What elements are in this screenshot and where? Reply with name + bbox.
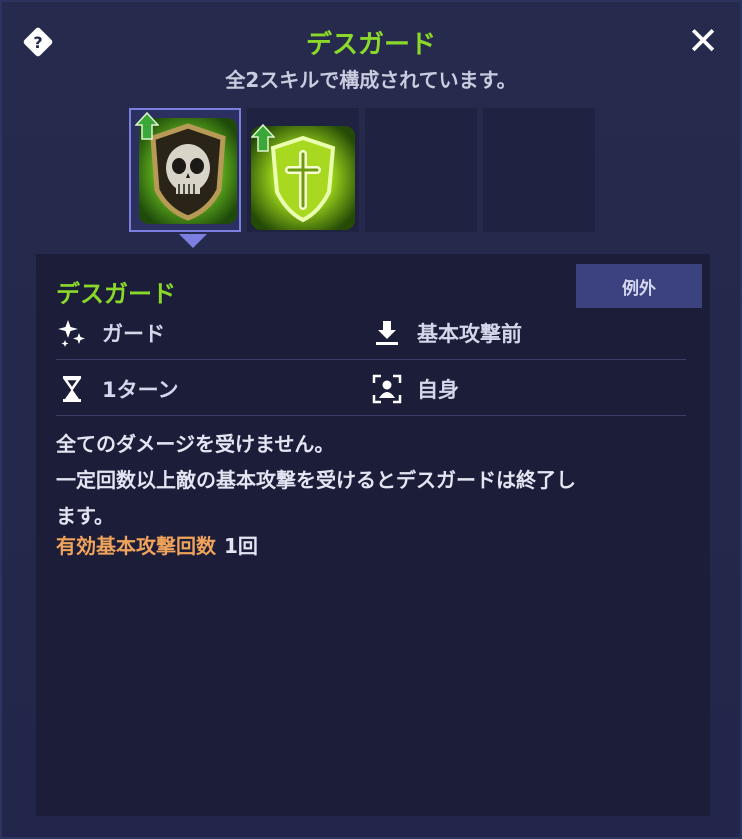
- skill-slot-2[interactable]: [247, 108, 359, 232]
- skill-name: デスガード: [56, 280, 176, 308]
- skill-popup: ? デスガード 全2スキルで構成されています。 ✕ 例外 デスガード ガード 基…: [0, 0, 742, 839]
- selection-pointer: [179, 234, 207, 248]
- skill-target: 自身: [371, 373, 686, 405]
- skill-slot-1[interactable]: [129, 108, 241, 232]
- skill-slot-empty: [483, 108, 595, 232]
- skill-duration: 1ターン: [56, 373, 371, 405]
- attribute-row: 1ターン 自身: [56, 362, 686, 416]
- skill-slot-empty: [365, 108, 477, 232]
- description-line: 一定回数以上敵の基本攻撃を受けるとデスガードは終了し: [56, 468, 576, 492]
- skill-type: ガード: [56, 317, 371, 349]
- skill-detail-panel: 例外 デスガード ガード 基本攻撃前 1ターン 自身 全てのダメージを受けません…: [36, 254, 710, 816]
- attribute-row: ガード 基本攻撃前: [56, 306, 686, 360]
- self-target-icon: [371, 373, 403, 405]
- skill-target-label: 自身: [417, 377, 459, 402]
- popup-subtitle: 全2スキルで構成されています。: [225, 68, 517, 92]
- exception-tag: 例外: [576, 264, 702, 308]
- skill-list: [129, 108, 595, 232]
- skill-description: 全てのダメージを受けません。 一定回数以上敵の基本攻撃を受けるとデスガードは終了…: [56, 426, 696, 534]
- skill-duration-label: 1ターン: [102, 377, 179, 402]
- popup-title: デスガード: [305, 30, 436, 60]
- effect-line: 有効基本攻撃回数 1回: [56, 530, 258, 559]
- effect-value: 1回: [224, 534, 258, 558]
- close-icon: ✕: [687, 19, 719, 63]
- hourglass-icon: [56, 373, 88, 405]
- upgrade-arrow-icon: [251, 124, 275, 152]
- download-icon: [371, 317, 403, 349]
- effect-label: 有効基本攻撃回数: [56, 534, 216, 558]
- description-line: 全てのダメージを受けません。: [56, 432, 335, 456]
- close-button[interactable]: ✕: [686, 22, 720, 60]
- skill-timing: 基本攻撃前: [371, 317, 686, 349]
- skill-timing-label: 基本攻撃前: [417, 321, 522, 346]
- skill-type-label: ガード: [102, 321, 165, 346]
- upgrade-arrow-icon: [135, 112, 159, 140]
- sparkle-icon: [56, 317, 88, 349]
- description-line: ます。: [56, 504, 114, 528]
